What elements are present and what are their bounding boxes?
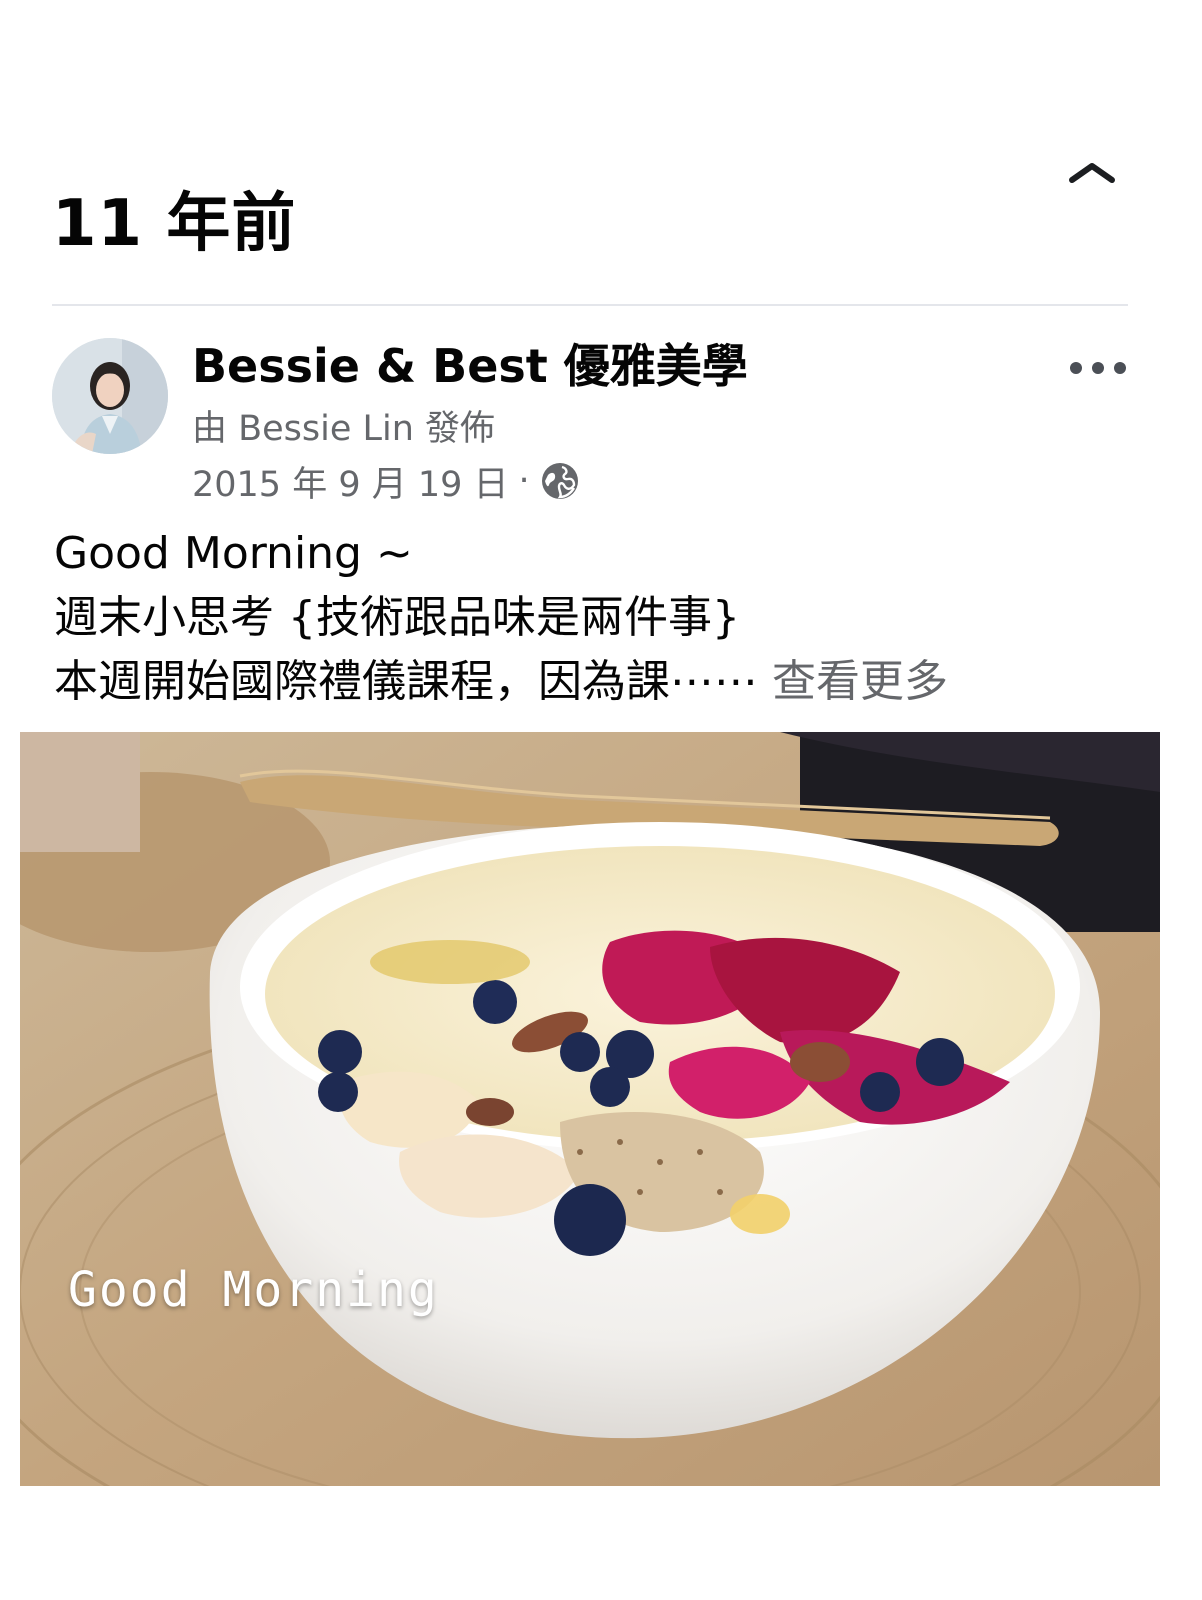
page-name[interactable]: Bessie & Best 優雅美學 — [192, 334, 748, 398]
post-photo[interactable]: Good Morning — [20, 732, 1160, 1486]
memory-title: 11 年前 — [52, 187, 297, 261]
avatar[interactable] — [52, 338, 168, 454]
post-date[interactable]: 2015 年 9 月 19 日 — [192, 456, 509, 507]
photo-caption: Good Morning — [68, 1262, 439, 1318]
see-more-link[interactable]: 查看更多 — [772, 656, 948, 707]
meta-separator: · — [518, 461, 530, 501]
post-line-1: Good Morning ~ — [54, 528, 413, 579]
post-line-3-text: 本週開始國際禮儀課程，因為課⋯⋯ — [54, 656, 772, 707]
post-line-2: 週末小思考 {技術跟品味是兩件事} — [54, 592, 740, 643]
globe-icon — [541, 463, 578, 499]
post-text: Good Morning ~ 週末小思考 {技術跟品味是兩件事} 本週開始國際禮… — [54, 522, 1154, 714]
divider — [52, 304, 1128, 306]
post-meta: 2015 年 9 月 19 日 · — [192, 456, 580, 506]
post-line-3: 本週開始國際禮儀課程，因為課⋯⋯ 查看更多 — [54, 650, 1154, 714]
chevron-up-icon[interactable] — [1066, 160, 1118, 186]
more-dots-icon[interactable] — [1070, 352, 1126, 384]
posted-by: 由 Bessie Lin 發佈 — [192, 409, 496, 449]
